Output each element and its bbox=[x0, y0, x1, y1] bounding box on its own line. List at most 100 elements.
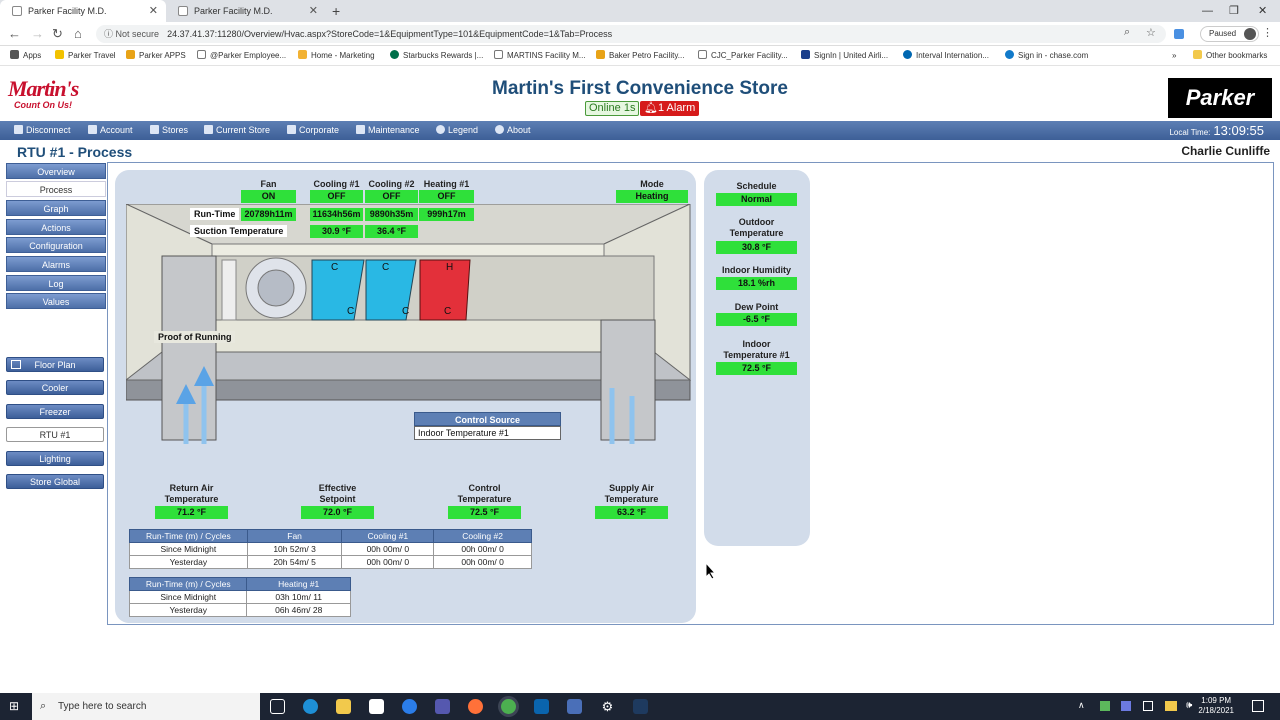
bookmark-item[interactable]: Parker APPS bbox=[126, 46, 186, 66]
tray-icon[interactable] bbox=[1165, 701, 1177, 711]
teams-icon[interactable] bbox=[435, 699, 450, 714]
info-icon[interactable]: ⓘ bbox=[104, 29, 113, 39]
outlook-icon[interactable] bbox=[534, 699, 549, 714]
coil-2-letter-top: C bbox=[382, 262, 389, 273]
nav-overview[interactable]: Overview bbox=[6, 163, 106, 179]
edge-icon[interactable] bbox=[303, 699, 318, 714]
control-source-value[interactable]: Indoor Temperature #1 bbox=[414, 426, 561, 440]
equip-rtu-1[interactable]: RTU #1 bbox=[6, 427, 104, 442]
menu-disconnect[interactable]: Disconnect bbox=[14, 121, 71, 140]
nav-actions[interactable]: Actions bbox=[6, 219, 106, 235]
schedule-label: Schedule bbox=[736, 181, 777, 191]
reload-icon[interactable]: ↻ bbox=[52, 26, 63, 42]
nav-log[interactable]: Log bbox=[6, 275, 106, 291]
app-icon[interactable] bbox=[567, 699, 582, 714]
remote-app-icon[interactable] bbox=[633, 699, 648, 714]
tray-icon[interactable] bbox=[1143, 701, 1153, 711]
browser-tab[interactable]: Parker Facility M.D. ✕ bbox=[0, 0, 166, 22]
close-window-icon[interactable]: ✕ bbox=[1258, 0, 1267, 22]
alarm-badge[interactable]: 🔔︎1 Alarm bbox=[640, 101, 700, 116]
bookmark-item[interactable]: @Parker Employee... bbox=[197, 46, 286, 66]
ie-icon[interactable] bbox=[402, 699, 417, 714]
extension-icon[interactable] bbox=[1174, 29, 1184, 39]
floor-plan-icon bbox=[11, 360, 21, 369]
bookmark-item[interactable]: Interval Internation... bbox=[903, 46, 989, 66]
bookmark-item[interactable]: Home - Marketing bbox=[298, 46, 375, 66]
equip-floor-plan[interactable]: Floor Plan bbox=[6, 357, 104, 372]
forward-icon[interactable]: → bbox=[31, 26, 44, 41]
equip-lighting[interactable]: Lighting bbox=[6, 451, 104, 466]
bookmark-item[interactable]: SignIn | United Airli... bbox=[801, 46, 888, 66]
table-cell: Since Midnight bbox=[129, 542, 248, 556]
other-bookmarks[interactable]: Other bookmarks bbox=[1193, 46, 1267, 66]
favicon-icon bbox=[178, 6, 188, 16]
home-icon[interactable]: ⌂ bbox=[74, 26, 82, 41]
taskbar-clock[interactable]: 1:09 PM 2/18/2021 bbox=[1198, 696, 1234, 716]
store-icon[interactable] bbox=[369, 699, 384, 714]
menu-legend[interactable]: Legend bbox=[436, 121, 478, 140]
star-icon[interactable]: ☆ bbox=[1146, 26, 1156, 39]
bookmark-label: Baker Petro Facility... bbox=[609, 51, 685, 60]
chrome-icon[interactable] bbox=[501, 699, 516, 714]
control-source: Control Source Indoor Temperature #1 bbox=[414, 412, 561, 440]
building-icon bbox=[287, 125, 296, 134]
tray-chevron-icon[interactable]: ∧ bbox=[1078, 700, 1085, 711]
bookmark-item[interactable]: MARTINS Facility M... bbox=[494, 46, 586, 66]
tray-icon[interactable] bbox=[1121, 701, 1131, 711]
zoom-icon[interactable]: ⌕ bbox=[1124, 26, 1130, 39]
browser-tab[interactable]: Parker Facility M.D. ✕ bbox=[166, 0, 326, 22]
bookmark-item[interactable]: Baker Petro Facility... bbox=[596, 46, 684, 66]
equip-cooler[interactable]: Cooler bbox=[6, 380, 104, 395]
menu-corporate[interactable]: Corporate bbox=[287, 121, 339, 140]
stage-label: Cooling #1 bbox=[313, 179, 360, 189]
nav-configuration[interactable]: Configuration bbox=[6, 237, 106, 253]
nav-process[interactable]: Process bbox=[6, 181, 106, 197]
table-cell: 00h 00m/ 0 bbox=[433, 542, 532, 556]
bookmark-item[interactable]: Parker Travel bbox=[55, 46, 116, 66]
close-tab-icon[interactable]: ✕ bbox=[149, 0, 158, 22]
file-explorer-icon[interactable] bbox=[336, 699, 351, 714]
windows-start-icon[interactable]: ⊞ bbox=[9, 700, 22, 713]
more-bookmarks-icon[interactable]: » bbox=[1172, 46, 1176, 66]
table-header-row: Run-Time (m) / Cycles Heating #1 bbox=[128, 577, 351, 591]
profile-status: Paused bbox=[1209, 29, 1237, 38]
bookmark-apps[interactable]: Apps bbox=[10, 46, 41, 66]
close-tab-icon[interactable]: ✕ bbox=[309, 0, 318, 22]
equip-store-global[interactable]: Store Global bbox=[6, 474, 104, 489]
profile-button[interactable]: Paused bbox=[1200, 26, 1260, 42]
menu-label: Disconnect bbox=[26, 125, 71, 135]
tray-icon[interactable] bbox=[1100, 701, 1110, 711]
menu-current-store[interactable]: Current Store bbox=[204, 121, 270, 140]
equip-freezer[interactable]: Freezer bbox=[6, 404, 104, 419]
taskbar-search[interactable]: ⌕ Type here to search bbox=[32, 693, 260, 720]
task-view-icon[interactable] bbox=[270, 699, 285, 714]
online-status-badge[interactable]: Online 1s bbox=[585, 101, 640, 116]
bookmark-item[interactable]: CJC_Parker Facility... bbox=[698, 46, 788, 66]
nav-alarms[interactable]: Alarms bbox=[6, 256, 106, 272]
menu-label: Stores bbox=[162, 125, 189, 135]
supply-air-value: 63.2 °F bbox=[595, 506, 668, 519]
table-cell: 00h 00m/ 0 bbox=[341, 555, 435, 569]
settings-gear-icon[interactable]: ⚙ bbox=[600, 699, 615, 714]
menu-stores[interactable]: Stores bbox=[150, 121, 188, 140]
maximize-icon[interactable]: ❐ bbox=[1229, 0, 1239, 22]
new-tab-icon[interactable]: + bbox=[332, 0, 340, 22]
menu-maintenance[interactable]: Maintenance bbox=[356, 121, 420, 140]
menu-about[interactable]: About bbox=[495, 121, 531, 140]
minimize-icon[interactable]: — bbox=[1202, 0, 1213, 22]
mode-value: Heating bbox=[616, 190, 688, 203]
menu-account[interactable]: Account bbox=[88, 121, 133, 140]
nav-values[interactable]: Values bbox=[6, 293, 106, 309]
heat-letter-bottom: C bbox=[444, 306, 451, 317]
equip-label: Floor Plan bbox=[34, 360, 76, 370]
volume-icon[interactable]: 🕪 bbox=[1186, 700, 1192, 711]
menu-dots-icon[interactable]: ⋮ bbox=[1262, 26, 1273, 39]
bookmark-item[interactable]: Sign in - chase.com bbox=[1005, 46, 1088, 66]
bookmark-item[interactable]: Starbucks Rewards |... bbox=[390, 46, 483, 66]
back-icon[interactable]: ← bbox=[8, 26, 21, 41]
runtime-table-2: Run-Time (m) / Cycles Heating #1 Since M… bbox=[128, 577, 351, 617]
notifications-icon[interactable] bbox=[1252, 700, 1264, 712]
url-field[interactable]: ⓘ Not secure 24.37.41.37:11280/Overview/H… bbox=[96, 25, 1166, 43]
firefox-icon[interactable] bbox=[468, 699, 483, 714]
nav-graph[interactable]: Graph bbox=[6, 200, 106, 216]
